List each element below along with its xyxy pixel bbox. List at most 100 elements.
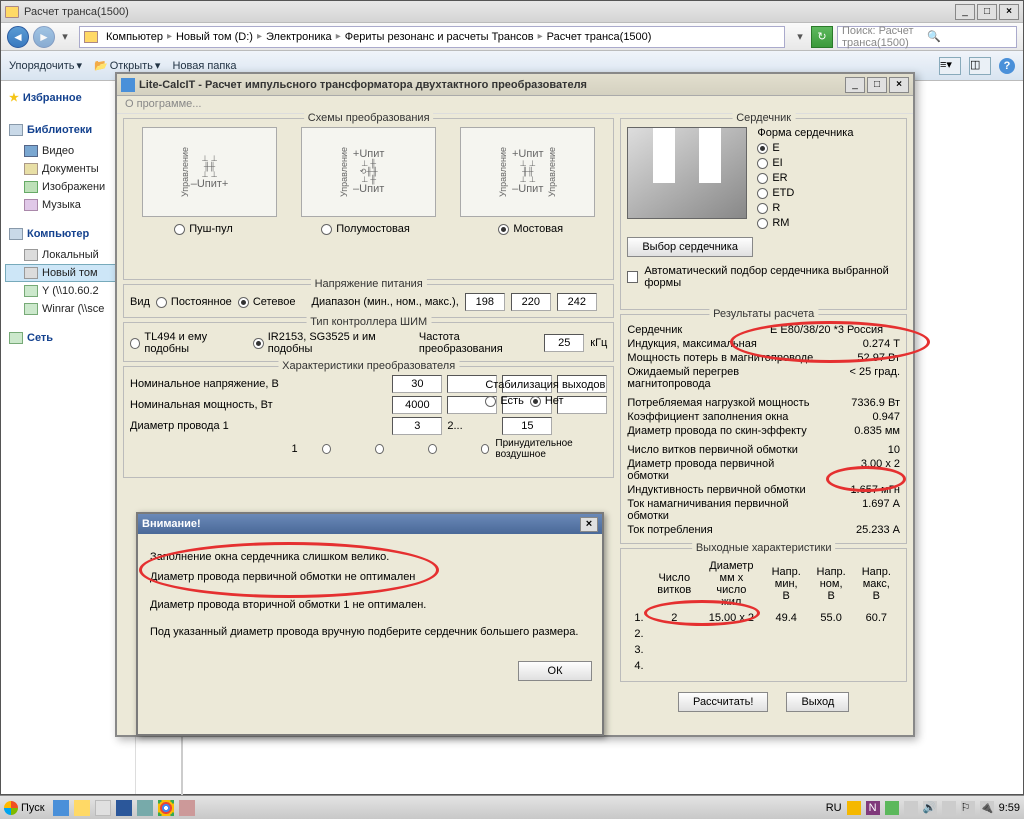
tray-onenote-icon[interactable]: N [866,801,880,815]
minimize-button[interactable]: _ [955,4,975,20]
core-e-radio[interactable]: E [757,142,853,154]
open-button[interactable]: 📂Открыть▾ [94,59,160,72]
col-radio-2[interactable] [375,444,384,454]
core-etd-radio[interactable]: ETD [757,187,853,199]
breadcrumb-segment[interactable]: Фериты резонанс и расчеты Трансов [341,31,538,43]
stab-no-radio[interactable]: Нет [530,395,564,407]
warning-line-2: Диаметр провода первичной обмотки не опт… [150,568,590,588]
start-button[interactable]: Пуск [4,801,45,815]
back-button[interactable]: ◄ [7,26,29,48]
help-button[interactable]: ? [999,58,1015,74]
taskbar-app-icon[interactable] [179,800,195,816]
tray-icon[interactable] [847,801,861,815]
schemes-group: Схемы преобразования Управление ⊥ ⊥╫╫⊥ ⊥… [123,118,614,280]
tray-icon[interactable] [885,801,899,815]
stab-yes-radio[interactable]: Есть [485,395,523,407]
taskbar-app-icon[interactable] [95,800,111,816]
preview-pane-button[interactable]: ◫ [969,57,991,75]
organize-button[interactable]: Упорядочить▾ [9,59,82,72]
warning-ok-button[interactable]: ОК [518,661,592,681]
taskbar-chrome-icon[interactable] [158,800,174,816]
scheme-bridge-radio[interactable]: Мостовая [498,223,563,235]
table-row: 3. [629,643,898,657]
breadcrumb-segment[interactable]: Компьютер [102,31,167,43]
warning-close-button[interactable]: × [580,517,598,532]
sidebar-item-computer[interactable]: Компьютер [9,228,131,240]
taskbar-app-icon[interactable] [137,800,153,816]
core-rm-radio[interactable]: RM [757,217,853,229]
maximize-button[interactable]: □ [977,4,997,20]
tray-volume-icon[interactable]: 🔊 [923,801,937,815]
auto-core-checkbox[interactable] [627,271,638,283]
search-input[interactable]: Поиск: Расчет транса(1500) 🔍 [837,26,1017,48]
scheme-halfbridge-radio[interactable]: Полумостовая [321,223,410,235]
breadcrumb-dropdown[interactable]: ▾ [793,30,807,43]
col-radio-1[interactable] [322,444,331,454]
table-row: 1.215.00 x 249.455.060.7 [629,611,898,625]
taskbar-word-icon[interactable] [116,800,132,816]
language-indicator[interactable]: RU [826,802,842,814]
col-radio-4[interactable] [481,444,490,454]
results-title: Результаты расчета [709,308,818,320]
tray-power-icon[interactable]: 🔌 [980,801,994,815]
voltage-min-input[interactable] [465,293,505,311]
history-dropdown[interactable]: ▾ [59,30,71,43]
breadcrumb[interactable]: Компьютер▸ Новый том (D:)▸ Электроника▸ … [79,26,785,48]
sidebar-item-libraries[interactable]: Библиотеки [9,124,131,136]
sidebar-item-music[interactable]: Музыка [5,196,131,214]
taskbar-explorer-icon[interactable] [74,800,90,816]
sidebar-item-documents[interactable]: Документы [5,160,131,178]
voltage-ac-radio[interactable]: Сетевое [238,296,296,308]
calcit-maximize-button[interactable]: □ [867,77,887,93]
sidebar-item-favorites[interactable]: ★Избранное [9,91,131,104]
breadcrumb-segment[interactable]: Расчет транса(1500) [543,31,656,43]
sidebar-item-local[interactable]: Локальный [5,246,131,264]
scheme-bridge-image: Управление Управление +Uпит⊥ ⊥╫╫⊥ ⊥–Uпит [460,127,595,217]
scheme-pushpull-radio[interactable]: Пуш-пул [174,223,233,235]
close-button[interactable]: × [999,4,1019,20]
core-er-radio[interactable]: ER [757,172,853,184]
view-options-button[interactable]: ≡▾ [939,57,961,75]
sidebar-item-winrar[interactable]: Winrar (\\sce [5,300,131,318]
wire-dia-input[interactable] [392,417,442,435]
calculate-button[interactable]: Рассчитать! [678,692,768,712]
calcit-minimize-button[interactable]: _ [845,77,865,93]
exit-button[interactable]: Выход [786,692,849,712]
explorer-titlebar[interactable]: Расчет транса(1500) _ □ × [1,1,1023,23]
forward-button[interactable]: ► [33,26,55,48]
refresh-button[interactable]: ↻ [811,26,833,48]
calcit-titlebar[interactable]: Lite-CalcIT - Расчет импульсного трансфо… [117,74,913,96]
voltage-max-input[interactable] [557,293,597,311]
newfolder-button[interactable]: Новая папка [172,60,236,72]
warning-title: Внимание! [142,518,580,530]
sidebar-item-y[interactable]: Y (\\10.60.2 [5,282,131,300]
sidebar-item-pictures[interactable]: Изображени [5,178,131,196]
select-core-button[interactable]: Выбор сердечника [627,237,753,257]
tl494-radio[interactable]: TL494 и ему подобны [130,331,247,355]
sidebar-item-network[interactable]: Сеть [9,332,131,344]
sidebar-item-newvol[interactable]: Новый том [5,264,131,282]
voltage-title: Напряжение питания [311,278,427,290]
calcit-close-button[interactable]: × [889,77,909,93]
core-r-radio[interactable]: R [757,202,853,214]
freq-input[interactable] [544,334,584,352]
wire-dia-input-2[interactable] [502,417,552,435]
ir2153-radio[interactable]: IR2153, SG3525 и им подобны [253,331,413,355]
tray-network-icon[interactable] [942,801,956,815]
col-radio-3[interactable] [428,444,437,454]
voltage-nom-input[interactable] [511,293,551,311]
tray-time[interactable]: 9:59 [999,802,1020,814]
folder-icon [84,31,98,43]
tray-flag-icon[interactable]: ⚐ [961,801,975,815]
core-ei-radio[interactable]: EI [757,157,853,169]
breadcrumb-segment[interactable]: Новый том (D:) [172,31,257,43]
tray-icon[interactable] [904,801,918,815]
nominal-power-input[interactable] [392,396,442,414]
sidebar-item-video[interactable]: Видео [5,142,131,160]
voltage-dc-radio[interactable]: Постоянное [156,296,232,308]
taskbar-ie-icon[interactable] [53,800,69,816]
breadcrumb-segment[interactable]: Электроника [262,31,336,43]
about-menu-item[interactable]: О программе... [125,98,201,110]
nominal-voltage-input[interactable] [392,375,442,393]
warning-titlebar[interactable]: Внимание! × [138,514,602,534]
